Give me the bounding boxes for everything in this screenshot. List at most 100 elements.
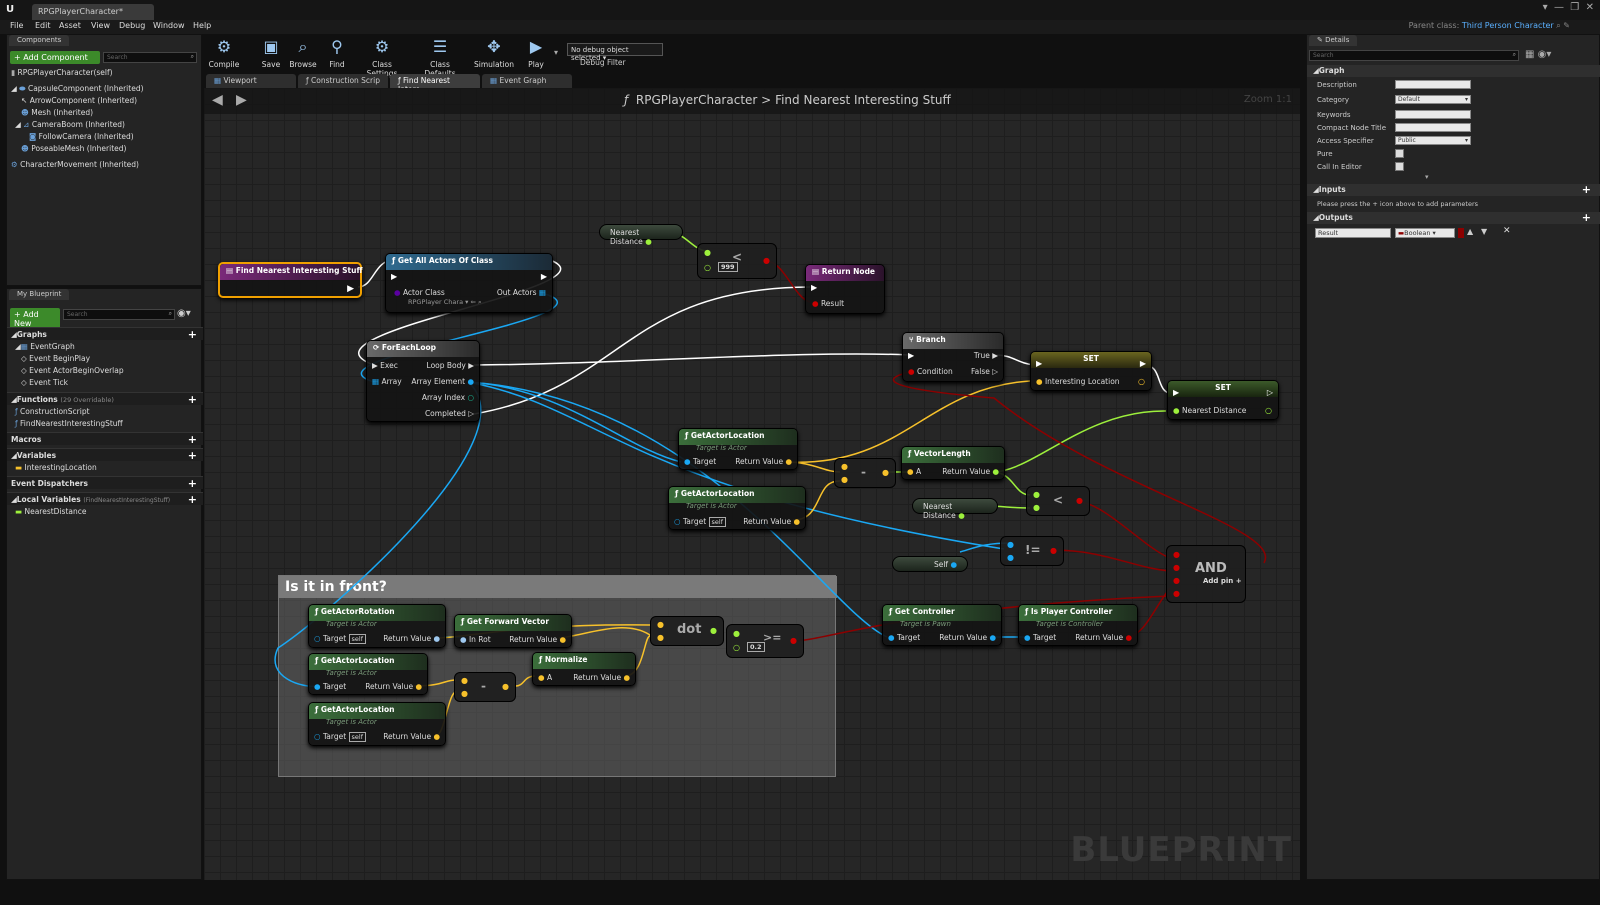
vector-pin-icon[interactable]: ● [502,682,509,691]
int-pin-icon[interactable]: ○ [467,393,474,402]
vector-pin-icon[interactable]: ● [623,673,630,682]
vector-pin-icon[interactable]: ○ [1138,377,1145,386]
tab-construction-script[interactable]: ƒ Construction Scrip [298,74,388,88]
less-than-node[interactable]: ● ○ 999 < ● [697,243,777,279]
constant-input[interactable]: 0.2 [747,642,765,652]
bool-pin-icon[interactable]: ● [1125,633,1132,642]
exec-in-pin[interactable]: ▶ [908,351,914,360]
exec-in-pin[interactable]: ▶ [1173,388,1179,397]
float-pin-icon[interactable]: ● [1033,503,1040,512]
add-output-icon[interactable]: + [1582,211,1591,224]
components-search-input[interactable]: Search ⌕ [103,52,197,63]
details-tab[interactable]: ✎ Details [1309,35,1358,46]
play-options-icon[interactable]: ▾ [554,48,558,57]
move-up-icon[interactable]: ▲ [1467,227,1473,236]
array-pin-icon[interactable]: ▦ [372,377,379,386]
object-pin-icon[interactable]: ○ [674,517,681,526]
save-button[interactable]: ▣ Save [260,34,282,72]
bool-pin-icon[interactable]: ● [1076,496,1083,505]
get-actor-location-node[interactable]: ƒ GetActorLocation Target is Actor ● Tar… [308,653,428,695]
get-actor-location-node[interactable]: ƒ GetActorLocation Target is Actor ● Tar… [678,428,798,470]
component-root[interactable]: ▮ RPGPlayerCharacter(self) [11,68,113,77]
normalize-node[interactable]: ƒ Normalize ● A Return Value ● [532,652,636,686]
vector-pin-icon[interactable]: ● [907,467,914,476]
float-pin-icon[interactable]: ● [733,629,740,638]
not-equal-node[interactable]: ● ● != ● [1000,536,1064,566]
bool-pin-icon[interactable]: ● [908,367,915,376]
add-graph-icon[interactable]: + [188,328,197,341]
float-pin-icon[interactable]: ○ [733,643,740,652]
is-player-controller-node[interactable]: ƒ Is Player Controller Target is Control… [1018,604,1138,646]
tab-viewport[interactable]: ▦ Viewport [206,74,296,88]
vector-length-node[interactable]: ƒ VectorLength ● A Return Value ● [901,446,1005,480]
event-item[interactable]: ◇ Event ActorBeginOverlap [21,366,124,375]
description-input[interactable] [1395,80,1471,89]
add-input-icon[interactable]: + [1582,183,1591,196]
subtract-node[interactable]: ● ● - ● [834,458,896,488]
tab-event-graph[interactable]: ▦ Event Graph [482,74,572,88]
vector-pin-icon[interactable]: ● [538,673,545,682]
less-than-node[interactable]: ● ● < ● [1026,486,1090,516]
variable-item[interactable]: ▬ InterestingLocation [15,463,97,472]
functions-section[interactable]: ◢Functions (29 Overridable) + [7,392,203,406]
component-item[interactable]: ◢ ⊿ CameraBoom (Inherited) [15,120,125,129]
vector-pin-icon[interactable]: ● [657,620,664,629]
nearest-distance-var[interactable]: Nearest Distance ● [912,498,998,520]
menu-help[interactable]: Help [193,21,211,30]
details-search-input[interactable]: Search ⌕ [1309,50,1519,61]
object-pin-icon[interactable]: ● [1024,633,1031,642]
graphs-section[interactable]: ◢Graphs + [7,327,203,341]
outputs-section[interactable]: ◢Outputs + [1307,211,1600,224]
browse-button[interactable]: ⌕ Browse [288,34,318,72]
function-item[interactable]: ƒ FindNearestInterestingStuff [15,419,123,428]
function-item[interactable]: ƒ ConstructionScript [15,407,90,416]
bool-pin-icon[interactable]: ● [790,636,797,645]
exec-in-pin[interactable]: ▶ [1036,359,1042,368]
function-entry-node[interactable]: ▤ Find Nearest Interesting Stuff ▶ [218,262,363,298]
compile-button[interactable]: ⚙ Compile [206,34,242,72]
bool-pin-icon[interactable]: ● [1173,563,1180,572]
add-pin-button[interactable]: Add pin + [1203,577,1242,585]
eye-icon[interactable]: ◉▾ [177,308,191,319]
nearest-distance-var[interactable]: Nearest Distance ● [599,224,683,246]
object-pin-icon[interactable]: ● [950,560,957,569]
object-pin-icon[interactable]: ● [1007,540,1014,549]
exec-out-pin[interactable]: ▶ [541,272,547,281]
rotator-pin-icon[interactable]: ● [433,634,440,643]
object-pin-icon[interactable]: ● [684,457,691,466]
float-pin-icon[interactable]: ● [704,248,711,257]
bool-pin-icon[interactable]: ● [1173,550,1180,559]
vector-pin-icon[interactable]: ● [415,682,422,691]
pure-checkbox[interactable] [1395,149,1404,158]
float-pin-icon[interactable]: ○ [704,263,711,272]
float-pin-icon[interactable]: ● [992,467,999,476]
rotator-pin-icon[interactable]: ● [460,635,467,644]
exec-out-pin[interactable]: ▷ [1267,388,1273,397]
get-controller-node[interactable]: ƒ Get Controller Target is Pawn ● Target… [882,604,1002,646]
component-item[interactable]: ⚙ CharacterMovement (Inherited) [11,160,139,169]
exec-out-pin[interactable]: ▶ [1140,359,1146,368]
vector-pin-icon[interactable]: ● [461,689,468,698]
object-pin-icon[interactable]: ○ [314,634,321,643]
local-variable-item[interactable]: ▬ NearestDistance [15,507,86,516]
branch-node[interactable]: ⑂ Branch ▶ ● Condition True ▶ False ▷ [902,332,1004,382]
get-forward-vector-node[interactable]: ƒ Get Forward Vector ● In Rot Return Val… [454,614,572,648]
float-pin-icon[interactable]: ● [645,237,652,246]
bool-pin-icon[interactable]: ● [1173,589,1180,598]
object-pin-icon[interactable]: ● [888,633,895,642]
get-actor-location-self-node[interactable]: ƒ GetActorLocation Target is Actor ○ Tar… [668,486,806,530]
compact-title-input[interactable] [1395,123,1471,132]
foreach-loop-node[interactable]: ⟳ ForEachLoop ▶ Exec ▦ Array Loop Body ▶… [366,340,480,422]
vector-pin-icon[interactable]: ● [559,635,566,644]
component-item[interactable]: ☻ Mesh (Inherited) [21,108,93,117]
set-interesting-location-node[interactable]: SET ▶ ▶ ● Interesting Location ○ [1030,351,1152,391]
float-pin-icon[interactable]: ● [1173,406,1180,415]
bool-pin-icon[interactable]: ● [812,299,819,308]
keywords-input[interactable] [1395,110,1471,119]
greater-equal-node[interactable]: ● ○ 0.2 >= ● [726,624,804,658]
menu-window[interactable]: Window [153,21,185,30]
component-item[interactable]: ◢ ⬬ CapsuleComponent (Inherited) [11,84,144,94]
array-pin-icon[interactable]: ▦ [539,288,546,297]
event-graph-item[interactable]: ◢▦ EventGraph [15,342,75,351]
vector-pin-icon[interactable]: ● [433,732,440,741]
